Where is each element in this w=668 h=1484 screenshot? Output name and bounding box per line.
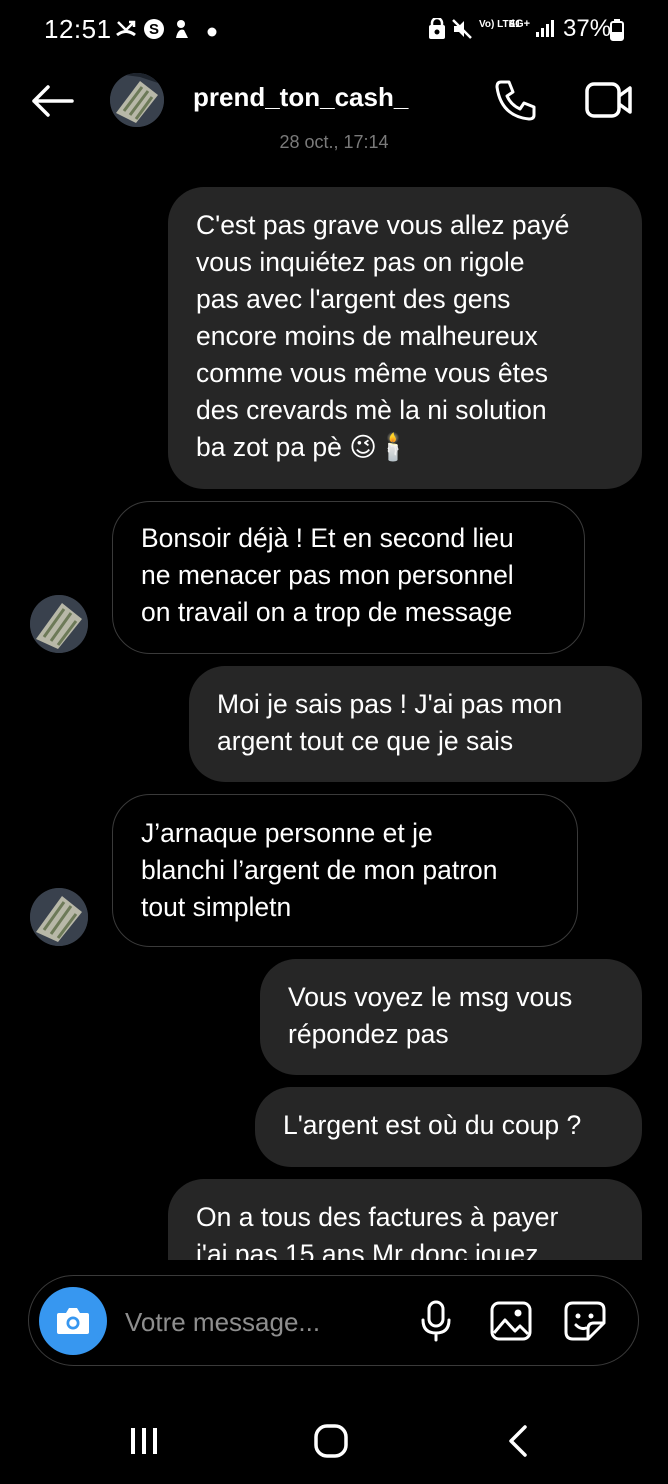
- svg-text:S: S: [149, 21, 159, 38]
- message-incoming[interactable]: Bonsoir déjà ! Et en second lieu ne mena…: [112, 501, 585, 654]
- chat-username[interactable]: prend_ton_cash_: [193, 82, 408, 113]
- microphone-icon[interactable]: [419, 1300, 453, 1347]
- message-outgoing[interactable]: Moi je sais pas ! J'ai pas mon argent to…: [189, 666, 642, 782]
- message-text: On a tous des factures à payer j'ai pas …: [196, 1202, 559, 1260]
- message-text: C'est pas grave vous allez payé vous inq…: [196, 210, 570, 462]
- message-composer: [28, 1275, 639, 1366]
- back-nav-icon[interactable]: [505, 1424, 531, 1463]
- missed-call-icon: [115, 18, 137, 45]
- message-outgoing[interactable]: L'argent est où du coup ?: [255, 1087, 642, 1167]
- message-timestamp: 28 oct., 17:14: [279, 135, 389, 152]
- network-gen-label: 4G+: [509, 18, 531, 30]
- phone-call-icon[interactable]: [493, 78, 537, 122]
- message-text: Vous voyez le msg vous répondez pas: [288, 982, 573, 1049]
- recent-apps-icon[interactable]: [128, 1425, 160, 1462]
- gallery-icon[interactable]: [490, 1301, 532, 1346]
- signal-icon: [535, 18, 555, 43]
- mute-icon: [451, 18, 473, 45]
- message-outgoing[interactable]: C'est pas grave vous allez payé vous inq…: [168, 187, 642, 489]
- message-outgoing[interactable]: Vous voyez le msg vous répondez pas: [260, 959, 642, 1075]
- sender-avatar[interactable]: [30, 595, 88, 653]
- message-text: Bonsoir déjà ! Et en second lieu ne mena…: [141, 523, 514, 627]
- home-icon[interactable]: [313, 1423, 349, 1464]
- message-incoming[interactable]: J’arnaque personne et je blanchi l’argen…: [112, 794, 578, 947]
- status-time: 12:51: [44, 14, 112, 44]
- message-text: Moi je sais pas ! J'ai pas mon argent to…: [217, 689, 563, 756]
- header-avatar[interactable]: [110, 73, 164, 127]
- lock-alarm-icon: [428, 16, 446, 45]
- message-outgoing[interactable]: On a tous des factures à payer j'ai pas …: [168, 1179, 642, 1260]
- camera-button[interactable]: [39, 1287, 107, 1355]
- chat-thread[interactable]: 28 oct., 17:14 C'est pas grave vous alle…: [0, 135, 668, 1260]
- notification-icon: [172, 18, 194, 45]
- back-arrow-icon[interactable]: [30, 84, 74, 118]
- more-notifications-dot-icon: [207, 24, 217, 42]
- message-text: J’arnaque personne et je blanchi l’argen…: [141, 818, 498, 922]
- camera-icon: [57, 1308, 89, 1334]
- battery-icon: [610, 19, 624, 46]
- sender-avatar[interactable]: [30, 888, 88, 946]
- video-call-icon[interactable]: [584, 80, 634, 120]
- message-text: L'argent est où du coup ?: [283, 1110, 582, 1140]
- battery-percent: 37%: [563, 15, 612, 42]
- sticker-icon[interactable]: [564, 1301, 606, 1346]
- app-s-icon: S: [143, 18, 165, 45]
- message-input[interactable]: [123, 1296, 387, 1348]
